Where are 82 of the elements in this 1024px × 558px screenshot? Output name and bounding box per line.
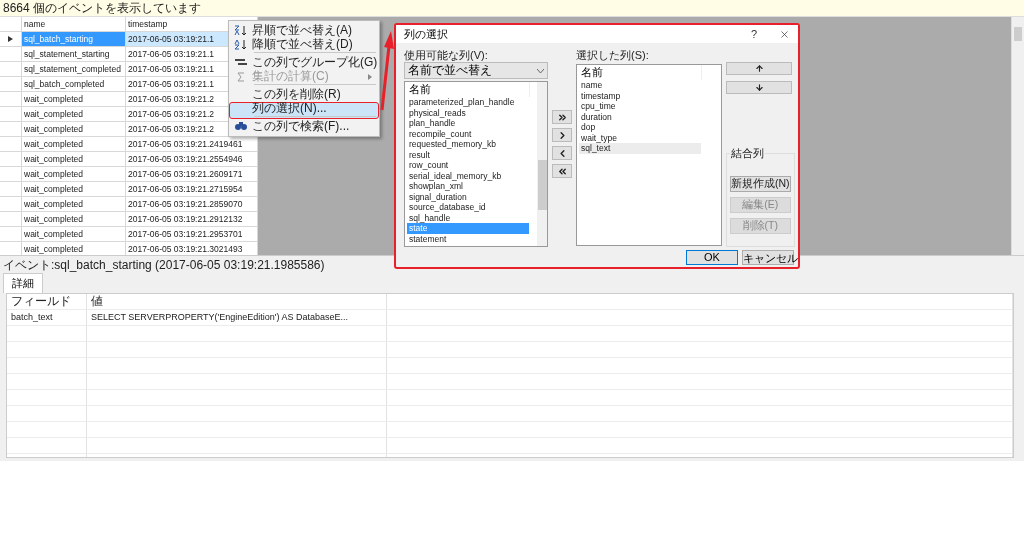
binoculars-icon <box>235 121 247 132</box>
list-item[interactable]: timestamp <box>579 90 702 102</box>
add-all-button[interactable] <box>552 110 573 125</box>
status-text: 8664 個のイベントを表示しています <box>3 0 202 17</box>
chevron-down-icon <box>537 68 545 73</box>
selected-columns-list[interactable]: 名前 name timestamp cpu_time duration dop wait_type sql_text <box>576 64 722 247</box>
dialog-title: 列の選択 <box>404 26 449 42</box>
table-cell[interactable]: wait_completed <box>22 227 126 242</box>
sort-descending-icon <box>234 39 248 51</box>
list-item[interactable]: signal_duration <box>407 191 529 203</box>
remove-button[interactable] <box>552 146 573 161</box>
group-label: 結合列 <box>730 146 765 162</box>
list-item[interactable]: row_count <box>407 160 529 171</box>
scrollbar[interactable] <box>537 82 548 247</box>
list-item[interactable]: recompile_count <box>407 128 529 140</box>
help-button[interactable]: ? <box>750 28 757 41</box>
table-cell[interactable]: wait_completed <box>22 92 126 107</box>
list-item[interactable]: showplan_xml <box>407 181 529 192</box>
remove-all-button[interactable] <box>552 164 573 179</box>
list-item[interactable]: wait_type <box>579 132 702 144</box>
list-header: 名前 <box>579 65 703 81</box>
sigma-icon <box>237 71 245 82</box>
list-header: 名前 <box>407 82 530 98</box>
sort-ascending-icon <box>234 24 248 36</box>
table-cell[interactable]: wait_completed <box>22 122 126 137</box>
table-cell[interactable]: 2017-06-05 03:19:21.2554946 <box>126 152 258 167</box>
table-cell[interactable]: 2017-06-05 03:19:21.2609171 <box>126 167 258 182</box>
table-cell[interactable]: 2017-06-05 03:19:21.2419461 <box>126 137 258 152</box>
table-cell[interactable]: wait_completed <box>22 182 126 197</box>
selected-columns-label: 選択した列(S): <box>576 48 649 63</box>
available-columns-list[interactable] <box>404 81 549 248</box>
table-cell[interactable]: sql_statement_completed <box>22 62 126 77</box>
group-button[interactable]: 新規作成(N) <box>730 176 791 193</box>
table-cell[interactable]: 2017-06-05 03:19:21.2859070 <box>126 197 258 212</box>
column-header[interactable]: name <box>22 17 126 32</box>
close-icon[interactable] <box>779 28 790 40</box>
arrow-up-icon <box>754 64 764 74</box>
list-item[interactable]: name <box>579 80 702 91</box>
table-cell[interactable]: wait_completed <box>22 137 126 152</box>
table-cell[interactable]: wait_completed <box>22 242 126 255</box>
table-cell[interactable]: 2017-06-05 03:19:21.2715954 <box>126 182 258 197</box>
table-cell[interactable]: wait_completed <box>22 107 126 122</box>
table-cell[interactable]: wait_completed <box>22 197 126 212</box>
table-cell[interactable]: 2017-06-05 03:19:21.3021493 <box>126 242 258 255</box>
list-item[interactable]: physical_reads <box>407 107 529 119</box>
list-item[interactable]: parameterized_plan_handle <box>407 97 529 108</box>
column-header: フィールド <box>7 294 87 309</box>
list-item[interactable]: sql_handle <box>407 212 529 224</box>
column-header: 値 <box>87 294 387 309</box>
list-item[interactable]: source_database_id <box>407 202 529 213</box>
list-item[interactable]: cpu_time <box>579 101 702 112</box>
submenu-arrow-icon <box>368 73 372 80</box>
list-item[interactable]: dop <box>579 122 702 133</box>
details-tab[interactable]: 詳細 <box>3 273 43 293</box>
menu-item[interactable]: 列の選択(N)... <box>229 101 379 119</box>
table-cell[interactable]: 2017-06-05 03:19:21.2953701 <box>126 227 258 242</box>
sort-dropdown[interactable]: 名前で並べ替え <box>404 62 549 80</box>
available-columns-label: 使用可能な列(V): <box>404 48 488 63</box>
list-item[interactable]: duration <box>579 111 702 123</box>
list-item[interactable]: requested_memory_kb <box>407 139 529 150</box>
arrow-down-icon <box>754 83 764 93</box>
table-cell[interactable]: sql_batch_completed <box>22 77 126 92</box>
dialog-button[interactable]: OK <box>686 249 738 265</box>
move-down-button[interactable] <box>726 81 792 95</box>
table-cell[interactable]: sql_statement_starting <box>22 47 126 62</box>
list-item[interactable]: plan_handle <box>407 118 529 129</box>
move-up-button[interactable] <box>726 62 792 76</box>
row-header[interactable] <box>0 32 22 47</box>
table-cell[interactable]: wait_completed <box>22 152 126 167</box>
table-cell: batch_text <box>7 310 87 325</box>
table-cell: SELECT SERVERPROPERTY('EngineEdition') AS DatabaseE... <box>87 310 387 325</box>
group-icon <box>234 57 248 68</box>
list-item[interactable]: statement <box>407 233 529 245</box>
table-cell[interactable]: wait_completed <box>22 212 126 227</box>
list-item[interactable]: serial_ideal_memory_kb <box>407 170 529 182</box>
table-cell[interactable]: 2017-06-05 03:19:21.2912132 <box>126 212 258 227</box>
scrollbar[interactable] <box>1011 17 1024 255</box>
event-caption: イベント:sql_batch_starting (2017-06-05 03:19:21.1985586) <box>3 258 325 272</box>
list-item[interactable]: result <box>407 149 529 161</box>
table-cell[interactable]: wait_completed <box>22 167 126 182</box>
list-item[interactable]: sql_text <box>579 143 702 154</box>
add-button[interactable] <box>552 128 573 143</box>
